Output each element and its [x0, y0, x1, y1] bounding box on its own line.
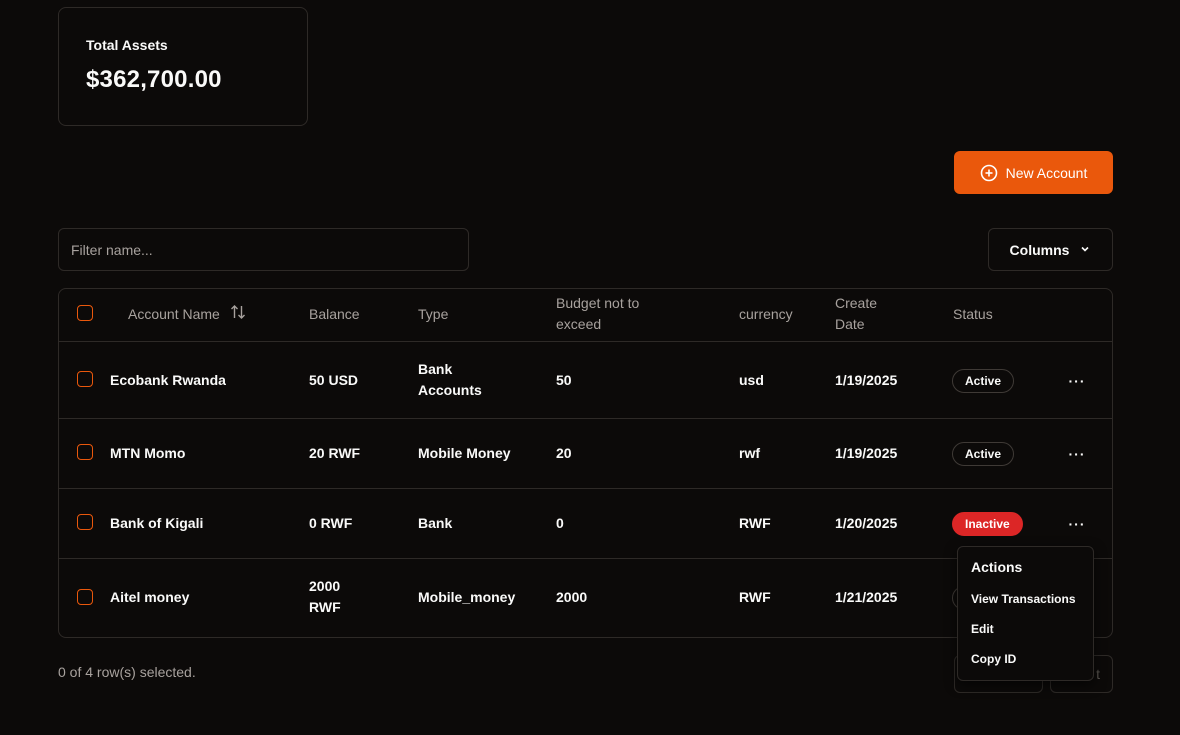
currency-cell: rwf — [739, 445, 760, 461]
currency-header: currency — [739, 306, 793, 322]
row-actions-button[interactable]: ··· — [1063, 442, 1091, 466]
sort-icon — [230, 304, 246, 325]
type-cell: Bank Accounts — [418, 359, 482, 401]
type-cell-line1: Bank — [418, 361, 453, 377]
balance-cell-line1: 2000 — [309, 578, 341, 594]
budget-header-line1: Budget not to — [556, 295, 640, 311]
account-name-cell: MTN Momo — [110, 445, 186, 461]
row-actions-menu: Actions View Transactions Edit Copy ID — [957, 546, 1094, 681]
account-name-cell: Ecobank Rwanda — [110, 372, 226, 388]
status-badge: Inactive — [952, 512, 1023, 536]
type-cell: Mobile_money — [418, 589, 516, 605]
balance-cell: 2000 RWF — [309, 576, 341, 618]
chevron-down-icon — [1079, 242, 1091, 258]
table-row: Ecobank Rwanda 50 USD Bank Accounts 50 u… — [59, 342, 1112, 419]
select-all-checkbox[interactable] — [77, 305, 93, 321]
columns-label: Columns — [1009, 241, 1070, 258]
budget-cell: 2000 — [556, 589, 588, 605]
total-assets-value: $362,700.00 — [86, 66, 222, 93]
table-header-row: Account Name Balance Type Budget not to … — [59, 289, 1112, 342]
create-date-header-line2: Date — [835, 316, 865, 332]
date-cell: 1/21/2025 — [835, 589, 898, 605]
status-header: Status — [953, 306, 993, 322]
budget-cell: 50 — [556, 372, 572, 388]
create-date-header: Create Date — [835, 293, 877, 335]
type-cell: Bank — [418, 515, 453, 531]
currency-cell: usd — [739, 372, 764, 388]
accounts-table: Account Name Balance Type Budget not to … — [58, 288, 1113, 638]
total-assets-label: Total Assets — [86, 37, 168, 53]
status-badge: Active — [952, 369, 1015, 393]
type-header: Type — [418, 306, 449, 322]
actions-menu-title: Actions — [971, 559, 1023, 575]
plus-circle-icon — [980, 164, 998, 182]
row-actions-button[interactable]: ··· — [1063, 369, 1091, 393]
new-account-label: New Account — [1005, 164, 1088, 181]
new-account-button[interactable]: New Account — [954, 151, 1113, 194]
row-checkbox[interactable] — [77, 514, 93, 530]
date-cell: 1/19/2025 — [835, 372, 898, 388]
table-row: MTN Momo 20 RWF Mobile Money 20 rwf 1/19… — [59, 419, 1112, 489]
row-actions-button[interactable]: ··· — [1063, 512, 1091, 536]
budget-header: Budget not to exceed — [556, 293, 639, 335]
filter-name-input[interactable] — [58, 228, 469, 271]
balance-cell: 0 RWF — [309, 515, 353, 531]
currency-cell: RWF — [739, 515, 771, 531]
balance-cell: 50 USD — [309, 372, 359, 388]
columns-button[interactable]: Columns — [988, 228, 1113, 271]
row-checkbox[interactable] — [77, 589, 93, 605]
row-checkbox[interactable] — [77, 371, 93, 387]
create-date-header-line1: Create — [835, 295, 878, 311]
balance-cell-line2: RWF — [309, 599, 341, 615]
balance-header: Balance — [309, 306, 360, 322]
type-cell: Mobile Money — [418, 445, 511, 461]
table-row: Bank of Kigali 0 RWF Bank 0 RWF 1/20/202… — [59, 489, 1112, 559]
view-transactions-menu-item[interactable]: View Transactions — [971, 592, 1076, 606]
total-assets-card: Total Assets $362,700.00 — [58, 7, 308, 126]
account-name-cell: Bank of Kigali — [110, 515, 204, 531]
budget-cell: 0 — [556, 515, 564, 531]
date-cell: 1/20/2025 — [835, 515, 898, 531]
row-checkbox[interactable] — [77, 444, 93, 460]
type-cell-line2: Accounts — [418, 382, 482, 398]
table-row: Aitel money 2000 RWF Mobile_money 2000 R… — [59, 559, 1112, 637]
copy-id-menu-item[interactable]: Copy ID — [971, 652, 1016, 666]
date-cell: 1/19/2025 — [835, 445, 898, 461]
selection-count-text: 0 of 4 row(s) selected. — [58, 664, 196, 680]
edit-menu-item[interactable]: Edit — [971, 622, 994, 636]
currency-cell: RWF — [739, 589, 771, 605]
account-name-header[interactable]: Account Name — [128, 304, 246, 325]
balance-cell: 20 RWF — [309, 445, 361, 461]
budget-cell: 20 — [556, 445, 572, 461]
budget-header-line2: exceed — [556, 316, 602, 332]
next-page-label: t — [1096, 666, 1100, 682]
status-badge: Active — [952, 442, 1015, 466]
account-name-cell: Aitel money — [110, 589, 190, 605]
